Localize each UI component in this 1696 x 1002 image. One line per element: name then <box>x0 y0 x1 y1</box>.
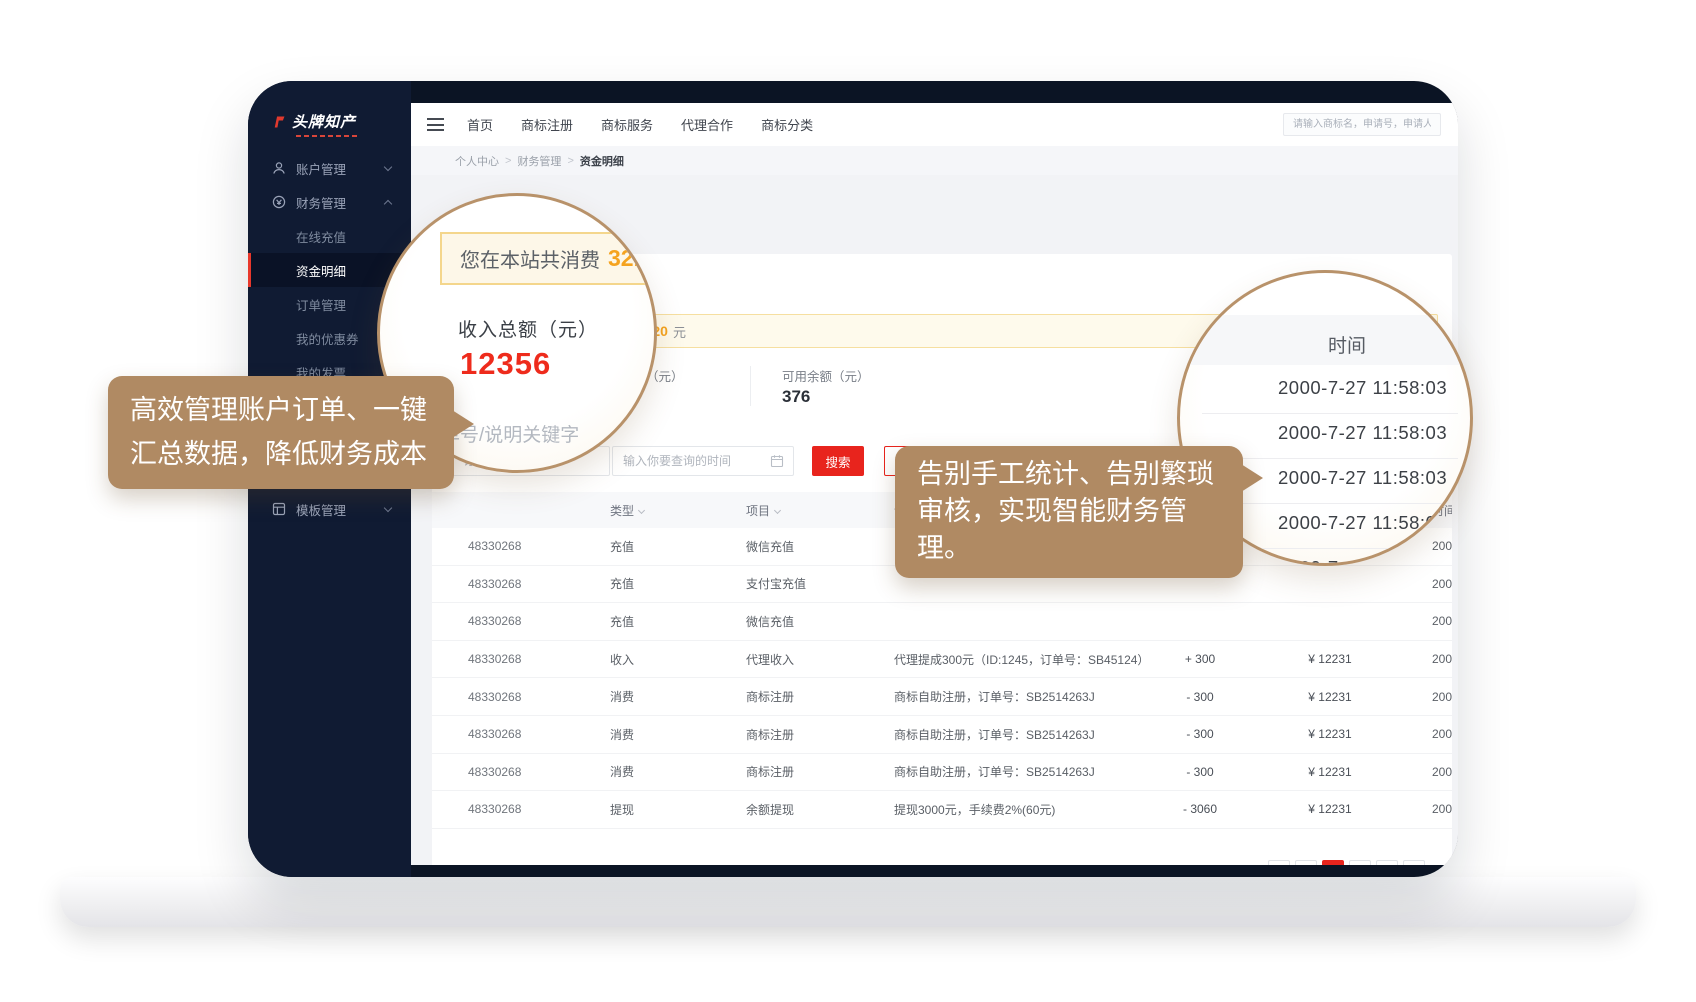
magnified-notice: 您在本站共消费 32124 元 <box>440 232 657 285</box>
magnified-time: 2000-7-27 11:58:03 <box>1278 377 1447 399</box>
header-project[interactable]: 项目 <box>730 502 878 519</box>
magnified-time: 2000-7-27 11:58:03 <box>1278 512 1447 534</box>
pagination-page-4[interactable]: 4 <box>1376 860 1398 865</box>
magnified-time-header: 时间 <box>1328 331 1366 358</box>
sidebar-item-finance[interactable]: 财务管理 <box>248 185 411 219</box>
chevron-down-icon <box>384 503 392 511</box>
breadcrumb: 个人中心 > 财务管理 > 资金明细 <box>411 146 1458 175</box>
sidebar-item-account[interactable]: 账户管理 <box>248 151 411 185</box>
stat-divider <box>750 366 751 406</box>
breadcrumb-finance[interactable]: 财务管理 <box>517 153 561 169</box>
hamburger-icon[interactable] <box>427 118 444 131</box>
nav-item-services[interactable]: 商标服务 <box>601 115 653 134</box>
search-input[interactable] <box>1283 113 1441 136</box>
breadcrumb-current: 资金明细 <box>580 153 624 169</box>
logo-tagline <box>296 135 358 137</box>
chevron-up-icon <box>384 199 392 207</box>
date-filter-input[interactable] <box>612 446 794 476</box>
sidebar-item-template[interactable]: 模板管理 <box>248 492 411 526</box>
pagination-page-1[interactable]: 1 <box>1295 860 1317 865</box>
magnified-time-header-band <box>1180 315 1470 365</box>
pagination: < 1 2 3 4 5 <box>1268 860 1425 865</box>
magnified-time: 2000-7-27 11:58:03 <box>1278 467 1447 489</box>
caret-down-icon <box>638 506 645 513</box>
nav-item-register[interactable]: 商标注册 <box>521 115 573 134</box>
chevron-down-icon <box>384 162 392 170</box>
calendar-icon <box>770 454 784 468</box>
table-row: 48330268收入代理收入代理提成300元（ID:1245，订单号：SB451… <box>432 641 1452 679</box>
balance-value: 376 <box>782 387 810 407</box>
nav-list: 首页 商标注册 商标服务 代理合作 商标分类 <box>411 115 813 134</box>
laptop-base <box>60 877 1636 927</box>
pagination-page-2[interactable]: 2 <box>1322 860 1344 865</box>
wallet-icon <box>272 195 286 209</box>
search-button[interactable]: 搜索 <box>812 446 864 476</box>
user-icon <box>272 161 286 175</box>
stage: 头牌知产 账户管理 财务管理 在线充值 资金明细 <box>0 0 1696 1002</box>
logo-text: 头牌知产 <box>292 111 356 132</box>
callout-left: 高效管理账户订单、一键汇总数据，降低财务成本 <box>108 376 454 489</box>
table-row: 48330268消费商标注册商标自助注册，订单号：SB2514263J- 300… <box>432 716 1452 754</box>
nav-item-category[interactable]: 商标分类 <box>761 115 813 134</box>
sidebar-subitem-recharge[interactable]: 在线充值 <box>248 219 411 253</box>
pagination-page-5[interactable]: 5 <box>1403 860 1425 865</box>
nav-item-agency[interactable]: 代理合作 <box>681 115 733 134</box>
balance-label: 可用余额（元） <box>782 366 870 385</box>
caret-down-icon <box>774 506 781 513</box>
nav-item-home[interactable]: 首页 <box>467 115 493 134</box>
magnified-income-value: 12356 <box>460 346 551 382</box>
pagination-page-3[interactable]: 3 <box>1349 860 1371 865</box>
callout-right: 告别手工统计、告别繁琐审核，实现智能财务管理。 <box>895 446 1243 578</box>
table-row: 48330268充值微信充值2000-7-27 11:58:03 <box>432 603 1452 641</box>
logo: 头牌知产 <box>272 111 356 132</box>
pagination-prev[interactable]: < <box>1268 860 1290 865</box>
table-row: 48330268提现余额提现提现3000元，手续费2%(60元)- 3060¥ … <box>432 791 1452 829</box>
top-nav: 首页 商标注册 商标服务 代理合作 商标分类 <box>411 103 1458 146</box>
table-row: 48330268消费商标注册商标自助注册，订单号：SB2514263J- 300… <box>432 678 1452 716</box>
magnified-income-label: 收入总额（元） <box>458 315 598 342</box>
breadcrumb-personal[interactable]: 个人中心 <box>455 153 499 169</box>
header-type[interactable]: 类型 <box>594 502 730 519</box>
template-icon <box>272 502 286 516</box>
magnified-time: 2000-7-27 11:58:03 <box>1278 422 1447 444</box>
table-row: 48330268消费商标注册商标自助注册，订单号：SB2514263J- 300… <box>432 754 1452 792</box>
logo-icon <box>272 115 286 129</box>
